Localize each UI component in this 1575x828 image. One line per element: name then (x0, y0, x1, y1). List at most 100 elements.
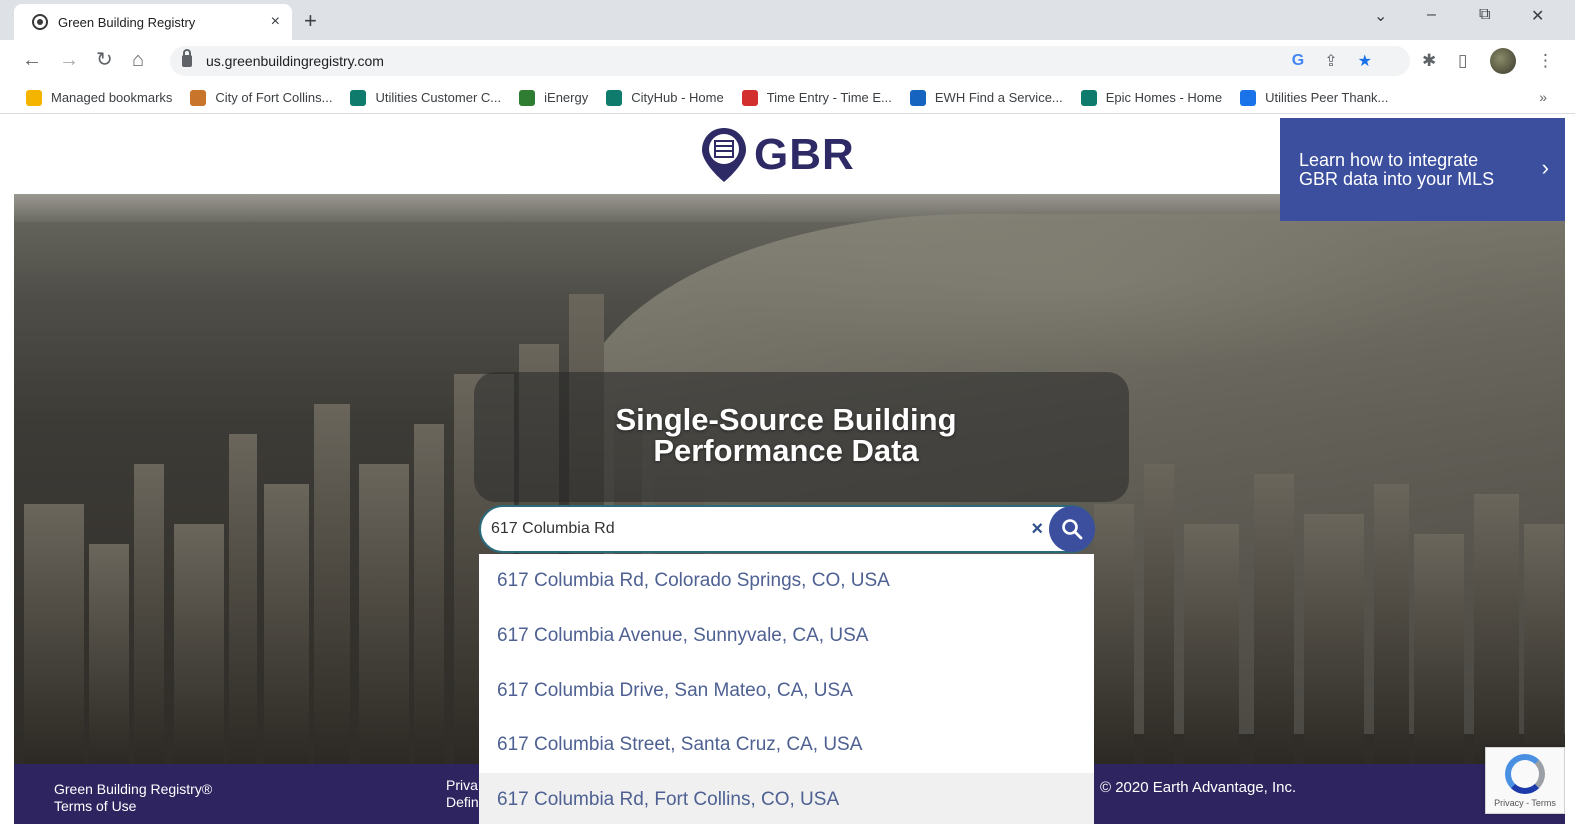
suggestion-item-highlighted[interactable]: 617 Columbia Rd, Fort Collins, CO, USA (479, 772, 1094, 824)
bookmark-label: Utilities Peer Thank... (1265, 90, 1389, 105)
bookmark-label: Managed bookmarks (51, 90, 173, 105)
bookmark-star-icon[interactable]: ★ (1358, 51, 1372, 71)
chevron-right-icon: › (1541, 155, 1549, 180)
skyline-building (174, 524, 224, 764)
bookmark-favicon-icon (350, 89, 367, 106)
skyline-building (314, 404, 350, 764)
skyline-building (1094, 504, 1134, 764)
search-icon (1062, 519, 1083, 540)
browser-toolbar: ← → ↻ ⌂ us.greenbuildingregistry.com G ⇪… (0, 40, 1575, 82)
bookmark-favicon-icon (519, 89, 536, 106)
copyright-text: © 2020 Earth Advantage, Inc. (1100, 779, 1297, 796)
bookmark-item[interactable]: iEnergy (519, 89, 589, 106)
recaptcha-links[interactable]: Privacy - Terms (1486, 798, 1564, 808)
folder-icon (26, 89, 42, 106)
suggestion-item[interactable]: 617 Columbia Rd, Colorado Springs, CO, U… (479, 554, 1094, 609)
mls-promo-banner[interactable]: Learn how to integrate GBR data into you… (1280, 118, 1565, 221)
reload-button[interactable]: ↻ (96, 49, 113, 71)
skyline-building (1184, 524, 1239, 764)
promo-line-2: GBR data into your MLS (1299, 169, 1495, 189)
skyline-building (134, 464, 164, 764)
lock-icon[interactable] (182, 49, 192, 67)
bookmark-label: Utilities Customer C... (375, 90, 502, 105)
suggestion-item[interactable]: 617 Columbia Avenue, Sunnyvale, CA, USA (479, 609, 1094, 664)
google-translate-icon[interactable]: G (1292, 52, 1304, 70)
url-text[interactable]: us.greenbuildingregistry.com (206, 53, 384, 69)
browser-tab[interactable]: Green Building Registry × (14, 4, 292, 40)
minimize-button[interactable]: – (1427, 6, 1436, 24)
bookmark-item[interactable]: City of Fort Collins... (190, 89, 333, 106)
skyline-building (1144, 464, 1174, 764)
hero-title-line-2: Performance Data (653, 433, 919, 468)
restore-button[interactable]: ⧉ (1479, 6, 1490, 24)
web-page: GBR Learn how to integrate GBR data into… (14, 118, 1565, 824)
back-button[interactable]: ← (22, 49, 42, 71)
promo-line-1: Learn how to integrate (1299, 150, 1479, 170)
bookmark-label: Time Entry - Time E... (766, 90, 892, 105)
definitions-link[interactable]: Defin (446, 794, 479, 811)
search-button[interactable] (1049, 506, 1095, 552)
profile-avatar[interactable] (1490, 48, 1516, 74)
logo-wordmark: GBR (754, 130, 855, 179)
address-search-input[interactable] (491, 520, 1032, 538)
gbr-logo[interactable]: GBR (700, 126, 855, 184)
bookmark-item[interactable]: CityHub - Home (606, 89, 724, 106)
skyline-building (1254, 474, 1294, 764)
tab-strip: Green Building Registry × + ⌄ – ⧉ ✕ (0, 0, 1575, 40)
bookmark-label: City of Fort Collins... (215, 90, 333, 105)
footer-brand: Green Building Registry® (54, 781, 213, 797)
extensions-icon[interactable]: ✱ (1422, 51, 1436, 71)
bookmark-item[interactable]: Managed bookmarks (26, 89, 173, 106)
hero-title-line-1: Single-Source Building (615, 402, 957, 437)
skyline-building (229, 434, 257, 764)
site-favicon-icon (32, 14, 48, 30)
skyline-building (24, 504, 84, 764)
bookmark-favicon-icon (1240, 89, 1257, 106)
address-bar[interactable]: us.greenbuildingregistry.com G ⇪ ★ (170, 46, 1410, 76)
bookmarks-overflow-button[interactable]: » (1539, 89, 1547, 105)
side-panel-icon[interactable]: ▯ (1458, 51, 1467, 71)
browser-menu-icon[interactable]: ⋮ (1537, 51, 1554, 71)
location-pin-icon (702, 128, 746, 182)
suggestion-item[interactable]: 617 Columbia Street, Santa Cruz, CA, USA (479, 718, 1094, 773)
bookmark-label: Epic Homes - Home (1105, 90, 1223, 105)
address-search-box[interactable]: × (479, 505, 1095, 553)
window-close-button[interactable]: ✕ (1531, 6, 1544, 26)
hero-title: Single-Source Building Performance Data (574, 404, 998, 466)
bookmark-favicon-icon (909, 89, 926, 106)
tab-search-dropdown-icon[interactable]: ⌄ (1374, 6, 1387, 26)
new-tab-button[interactable]: + (304, 8, 317, 34)
suggestion-item[interactable]: 617 Columbia Drive, San Mateo, CA, USA (479, 663, 1094, 718)
skyline-building (1524, 524, 1564, 764)
terms-of-use-link[interactable]: Terms of Use (54, 798, 212, 815)
tab-title: Green Building Registry (58, 14, 196, 30)
skyline-building (1414, 534, 1464, 764)
bookmark-item[interactable]: EWH Find a Service... (909, 89, 1063, 106)
skyline-building (89, 544, 129, 764)
bookmark-item[interactable]: Utilities Peer Thank... (1240, 89, 1389, 106)
bookmark-favicon-icon (606, 89, 623, 106)
bookmark-favicon-icon (741, 89, 758, 106)
bookmark-item[interactable]: Utilities Customer C... (350, 89, 502, 106)
recaptcha-badge[interactable]: Privacy - Terms (1485, 747, 1565, 814)
bookmark-label: CityHub - Home (631, 90, 724, 105)
skyline-building (1374, 484, 1409, 764)
bookmark-item[interactable]: Time Entry - Time E... (741, 89, 892, 106)
clear-search-icon[interactable]: × (1031, 518, 1043, 541)
skyline-building (1304, 514, 1364, 764)
skyline-building (359, 464, 409, 764)
skyline-building (414, 424, 444, 764)
recaptcha-icon (1505, 754, 1545, 794)
bookmarks-bar: Managed bookmarks City of Fort Collins...… (0, 82, 1575, 114)
home-button[interactable]: ⌂ (132, 49, 144, 71)
bookmark-favicon-icon (1080, 89, 1097, 106)
bookmark-favicon-icon (190, 89, 207, 106)
tab-close-icon[interactable]: × (271, 13, 280, 31)
privacy-link[interactable]: Priva (446, 777, 479, 794)
share-icon[interactable]: ⇪ (1324, 51, 1337, 71)
skyline-building (264, 484, 309, 764)
forward-button[interactable]: → (59, 49, 79, 71)
skyline-building (1474, 494, 1519, 764)
bookmark-label: iEnergy (544, 90, 589, 105)
bookmark-item[interactable]: Epic Homes - Home (1080, 89, 1223, 106)
